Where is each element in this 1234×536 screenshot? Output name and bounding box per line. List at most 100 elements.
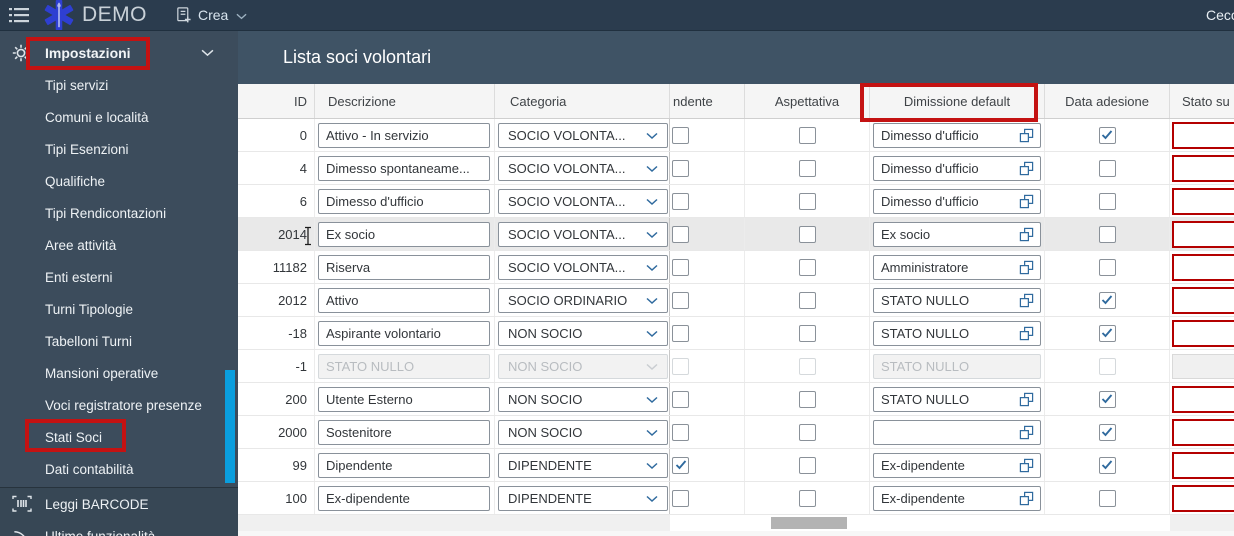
dimissione-default-input[interactable]: Ex-dipendente [873, 453, 1041, 478]
stato-successivo-input[interactable] [1172, 419, 1234, 446]
data-adesione-checkbox[interactable] [1099, 424, 1116, 441]
data-adesione-checkbox[interactable] [1099, 490, 1116, 507]
dipendente-checkbox[interactable] [672, 292, 689, 309]
dipendente-checkbox[interactable] [672, 358, 689, 375]
stato-successivo-input[interactable] [1172, 386, 1234, 413]
stato-successivo-input[interactable] [1172, 287, 1234, 314]
value-help-icon[interactable] [1017, 324, 1036, 343]
categoria-select[interactable]: SOCIO ORDINARIO [498, 288, 668, 313]
dimissione-default-input[interactable]: Amministratore [873, 255, 1041, 280]
sidebar-item-leggi-barcode[interactable]: Leggi BARCODE [0, 488, 238, 520]
aspettativa-checkbox[interactable] [799, 391, 816, 408]
value-help-icon[interactable] [1017, 390, 1036, 409]
dimissione-default-input[interactable]: Dimesso d'ufficio [873, 156, 1041, 181]
descrizione-input[interactable]: Sostenitore [318, 420, 490, 445]
descrizione-input[interactable]: Attivo - In servizio [318, 123, 490, 148]
sidebar-item-comuni-e-localit-[interactable]: Comuni e località [0, 102, 238, 134]
aspettativa-checkbox[interactable] [799, 490, 816, 507]
stato-successivo-input[interactable] [1172, 354, 1234, 379]
value-help-icon[interactable] [1017, 126, 1036, 145]
dimissione-default-input[interactable]: Ex-dipendente [873, 486, 1041, 511]
sidebar-item-impostazioni[interactable]: Impostazioni [0, 31, 238, 70]
aspettativa-checkbox[interactable] [799, 424, 816, 441]
data-adesione-checkbox[interactable] [1099, 127, 1116, 144]
categoria-select[interactable]: SOCIO VOLONTA... [498, 222, 668, 247]
menu-icon[interactable] [0, 0, 38, 31]
descrizione-input[interactable]: Riserva [318, 255, 490, 280]
categoria-select[interactable]: SOCIO VOLONTA... [498, 123, 668, 148]
dimissione-default-input[interactable]: STATO NULLO [873, 321, 1041, 346]
value-help-icon[interactable] [1017, 225, 1036, 244]
aspettativa-checkbox[interactable] [799, 160, 816, 177]
dimissione-default-input[interactable]: STATO NULLO [873, 354, 1041, 379]
data-adesione-checkbox[interactable] [1099, 193, 1116, 210]
column-header-descrizione[interactable]: Descrizione [315, 84, 495, 118]
value-help-icon[interactable] [1017, 159, 1036, 178]
dipendente-checkbox[interactable] [672, 259, 689, 276]
descrizione-input[interactable]: Dimesso spontaneame... [318, 156, 490, 181]
stato-successivo-input[interactable] [1172, 254, 1234, 281]
categoria-select[interactable]: NON SOCIO [498, 420, 668, 445]
aspettativa-checkbox[interactable] [799, 292, 816, 309]
descrizione-input[interactable]: Utente Esterno [318, 387, 490, 412]
descrizione-input[interactable]: Attivo [318, 288, 490, 313]
dipendente-checkbox[interactable] [672, 160, 689, 177]
dimissione-default-input[interactable]: STATO NULLO [873, 288, 1041, 313]
value-help-icon[interactable] [1017, 423, 1036, 442]
descrizione-input[interactable]: Dipendente [318, 453, 490, 478]
dimissione-default-input[interactable]: Dimesso d'ufficio [873, 189, 1041, 214]
categoria-select[interactable]: SOCIO VOLONTA... [498, 189, 668, 214]
dipendente-checkbox[interactable] [672, 391, 689, 408]
horizontal-scrollbar-track[interactable] [670, 515, 1170, 531]
dipendente-checkbox[interactable] [672, 193, 689, 210]
data-adesione-checkbox[interactable] [1099, 160, 1116, 177]
column-header-aspettativa[interactable]: Aspettativa [745, 84, 870, 118]
horizontal-scrollbar-thumb[interactable] [771, 517, 847, 529]
value-help-icon[interactable] [1017, 489, 1036, 508]
value-help-icon[interactable] [1017, 192, 1036, 211]
sidebar-item-voci-registratore-presenze[interactable]: Voci registratore presenze [0, 390, 238, 422]
data-adesione-checkbox[interactable] [1099, 226, 1116, 243]
aspettativa-checkbox[interactable] [799, 259, 816, 276]
dipendente-checkbox[interactable] [672, 325, 689, 342]
categoria-select[interactable]: SOCIO VOLONTA... [498, 156, 668, 181]
categoria-select[interactable]: NON SOCIO [498, 354, 668, 379]
column-header-stato[interactable]: Stato su [1170, 84, 1234, 118]
dipendente-checkbox[interactable] [672, 226, 689, 243]
data-adesione-checkbox[interactable] [1099, 325, 1116, 342]
column-header-data-adesione[interactable]: Data adesione [1045, 84, 1170, 118]
sidebar-item-tipi-servizi[interactable]: Tipi servizi [0, 70, 238, 102]
dipendente-checkbox[interactable] [672, 490, 689, 507]
column-header-id[interactable]: ID [240, 84, 315, 118]
dimissione-default-input[interactable] [873, 420, 1041, 445]
data-adesione-checkbox[interactable] [1099, 391, 1116, 408]
sidebar-item-qualifiche[interactable]: Qualifiche [0, 166, 238, 198]
descrizione-input[interactable]: Aspirante volontario [318, 321, 490, 346]
categoria-select[interactable]: NON SOCIO [498, 387, 668, 412]
column-header-dimissione[interactable]: Dimissione default [870, 84, 1045, 118]
categoria-select[interactable]: DIPENDENTE [498, 486, 668, 511]
sidebar-item-enti-esterni[interactable]: Enti esterni [0, 262, 238, 294]
data-adesione-checkbox[interactable] [1099, 457, 1116, 474]
stato-successivo-input[interactable] [1172, 155, 1234, 182]
aspettativa-checkbox[interactable] [799, 325, 816, 342]
column-header-dipendente[interactable]: ndente [670, 84, 745, 118]
sidebar-item-stati-soci[interactable]: Stati Soci [0, 422, 238, 454]
sidebar-item-tipi-esenzioni[interactable]: Tipi Esenzioni [0, 134, 238, 166]
dipendente-checkbox[interactable] [672, 457, 689, 474]
dimissione-default-input[interactable]: Dimesso d'ufficio [873, 123, 1041, 148]
sidebar-scrollbar-thumb[interactable] [225, 370, 235, 483]
data-adesione-checkbox[interactable] [1099, 292, 1116, 309]
stato-successivo-input[interactable] [1172, 452, 1234, 479]
aspettativa-checkbox[interactable] [799, 193, 816, 210]
dipendente-checkbox[interactable] [672, 424, 689, 441]
aspettativa-checkbox[interactable] [799, 127, 816, 144]
data-adesione-checkbox[interactable] [1099, 358, 1116, 375]
column-header-categoria[interactable]: Categoria [495, 84, 670, 118]
aspettativa-checkbox[interactable] [799, 358, 816, 375]
sidebar-item-mansioni-operative[interactable]: Mansioni operative [0, 358, 238, 390]
sidebar-item-aree-attivit-[interactable]: Aree attività [0, 230, 238, 262]
data-adesione-checkbox[interactable] [1099, 259, 1116, 276]
sidebar-item-tabelloni-turni[interactable]: Tabelloni Turni [0, 326, 238, 358]
stato-successivo-input[interactable] [1172, 188, 1234, 215]
